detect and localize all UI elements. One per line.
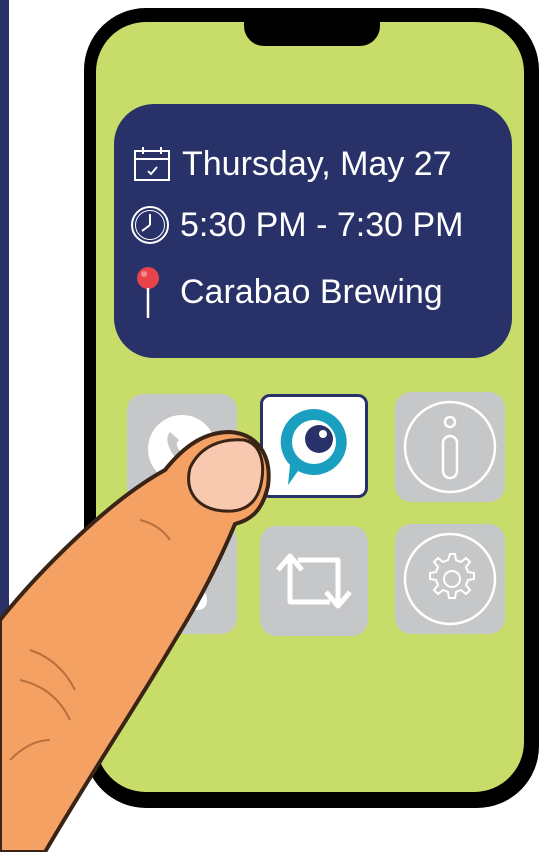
- chat-eye-icon: [280, 408, 347, 485]
- event-location-row: Carabao Brewing: [128, 264, 443, 320]
- messages-app-tile[interactable]: [127, 524, 237, 634]
- event-time-row: 5:30 PM - 7:30 PM: [128, 203, 463, 247]
- side-border: [0, 0, 9, 852]
- phone-icon: [148, 415, 216, 483]
- phone-notch: [244, 8, 380, 46]
- calendar-icon: [130, 142, 174, 186]
- info-app-tile[interactable]: [395, 392, 505, 502]
- event-date-row: Thursday, May 27: [130, 142, 452, 186]
- settings-app-tile[interactable]: [395, 524, 505, 634]
- chat-eye-app-tile[interactable]: [260, 394, 368, 498]
- repost-app-tile[interactable]: [260, 526, 368, 636]
- clock-icon: [128, 203, 172, 247]
- phone-illustration: Thursday, May 27 5:30 PM - 7:30 PM Carab…: [0, 0, 539, 852]
- info-icon: [403, 400, 497, 494]
- event-time: 5:30 PM - 7:30 PM: [180, 205, 464, 244]
- gear-icon: [403, 532, 497, 626]
- event-location: Carabao Brewing: [180, 272, 443, 311]
- phone-app-tile[interactable]: [127, 394, 237, 504]
- chat-bubble-icon: [167, 590, 207, 616]
- event-date: Thursday, May 27: [182, 144, 452, 183]
- repost-icon: [276, 553, 352, 609]
- map-pin-icon: [128, 264, 168, 320]
